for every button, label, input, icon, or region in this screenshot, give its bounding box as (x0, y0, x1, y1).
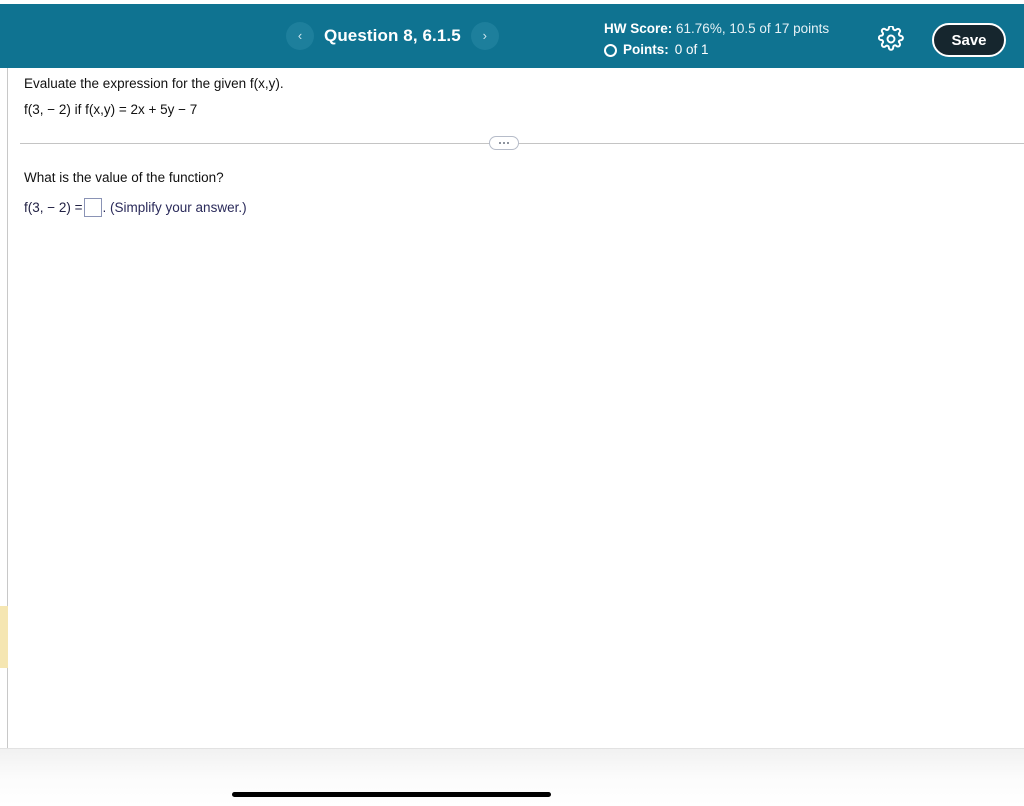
section-divider (20, 143, 1024, 144)
points-line: Points: 0 of 1 (604, 41, 829, 59)
handle-dot (503, 142, 505, 144)
question-prompt-line-2: f(3, − 2) if f(x,y) = 2x + 5y − 7 (24, 102, 198, 117)
question-body: Evaluate the expression for the given f(… (9, 68, 1024, 748)
handle-dot (507, 142, 509, 144)
gear-icon (877, 25, 904, 55)
next-question-button[interactable]: › (470, 22, 499, 50)
hw-score-line: HW Score: 61.76%, 10.5 of 17 points (604, 20, 829, 38)
answer-input[interactable] (83, 198, 102, 217)
bottom-toolbar: example Get more help Clear all Skill bu… (0, 748, 1024, 806)
answer-instruction: . (Simplify your answer.) (102, 200, 247, 215)
left-gutter (0, 68, 8, 748)
sub-question-text: What is the value of the function? (24, 170, 224, 185)
points-value: 0 of 1 (674, 42, 709, 57)
settings-gear-button[interactable] (877, 25, 904, 55)
answer-prefix: f(3, − 2) = (24, 200, 83, 215)
handle-dot (499, 142, 501, 144)
question-nav: ‹ Question 8, 6.1.5 › (286, 4, 499, 68)
app-root: ‹ Question 8, 6.1.5 › HW Score: 61.76%, … (0, 0, 1024, 806)
save-button[interactable]: Save (932, 23, 1006, 57)
question-prompt-line-1: Evaluate the expression for the given f(… (24, 76, 284, 91)
hw-score-label: HW Score: (604, 21, 673, 36)
page-title: Question 8, 6.1.5 (324, 26, 461, 45)
divider-drag-handle[interactable] (489, 136, 519, 150)
hw-score-value: 61.76%, 10.5 of 17 points (676, 21, 830, 36)
answer-row: f(3, − 2) = . (Simplify your answer.) (24, 198, 247, 217)
previous-question-button[interactable]: ‹ (286, 22, 314, 50)
score-summary: HW Score: 61.76%, 10.5 of 17 points Poin… (604, 20, 829, 59)
points-status-icon (604, 43, 617, 57)
question-header: ‹ Question 8, 6.1.5 › HW Score: 61.76%, … (0, 4, 1024, 68)
highlight-tab[interactable] (0, 606, 8, 668)
points-label: Points: (623, 42, 669, 57)
home-indicator (232, 792, 551, 797)
